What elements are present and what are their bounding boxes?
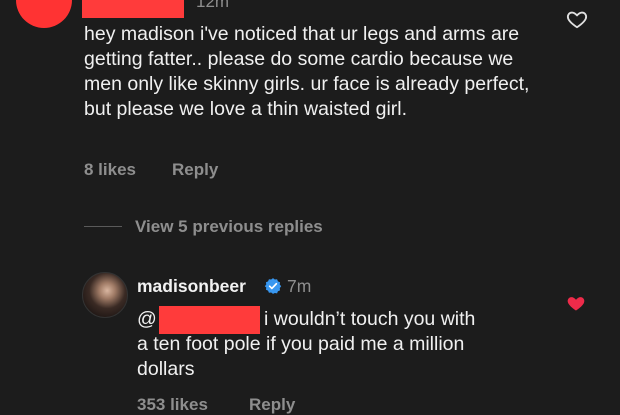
heart-filled-icon[interactable] [566, 293, 586, 313]
view-previous-replies-button[interactable]: View 5 previous replies [135, 217, 323, 237]
comment-timestamp: 12m [196, 0, 230, 11]
likes-count[interactable]: 8 likes [84, 160, 136, 180]
reply-username[interactable]: madisonbeer [137, 276, 246, 297]
reply-button[interactable]: Reply [172, 160, 218, 180]
comment-text: hey madison i've noticed that ur legs an… [84, 23, 530, 120]
verified-badge-icon [264, 278, 282, 294]
avatar-redacted[interactable] [16, 0, 72, 28]
avatar[interactable] [82, 272, 128, 318]
reply-text-line-3: dollars [137, 358, 195, 380]
redacted-mention[interactable] [159, 306, 260, 334]
mention-prefix: @ [137, 308, 157, 330]
reply-text-line-2: a ten foot pole if you paid me a million [137, 333, 465, 355]
redacted-username[interactable] [82, 0, 184, 18]
reply-button[interactable]: Reply [249, 395, 295, 415]
thread-divider [84, 226, 122, 227]
reply-likes-count[interactable]: 353 likes [137, 395, 208, 415]
reply-text-line-1: i wouldn’t touch you with [264, 308, 476, 330]
reply-timestamp: 7m [287, 276, 312, 296]
heart-outline-icon[interactable] [566, 8, 588, 30]
